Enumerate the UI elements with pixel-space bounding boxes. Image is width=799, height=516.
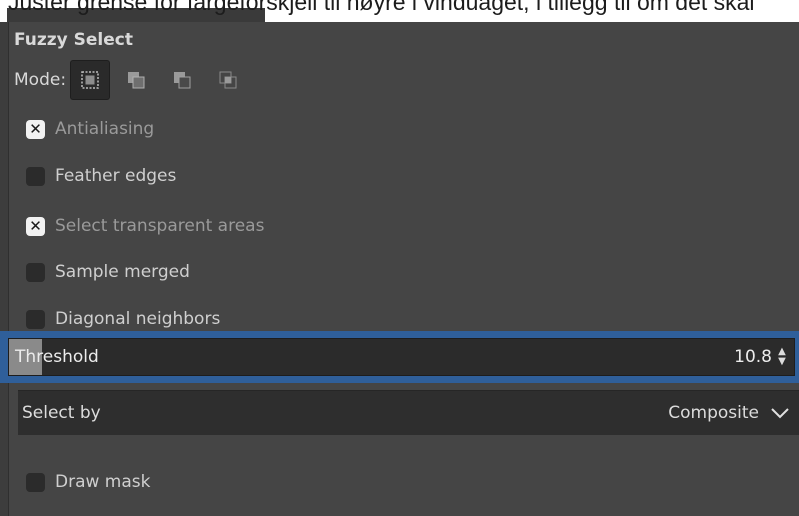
diagonal-neighbors-option[interactable]: Diagonal neighbors (26, 307, 220, 331)
sample-merged-label: Sample merged (55, 262, 190, 282)
threshold-spinscale[interactable]: Threshold 10.8 ▲ ▼ (8, 338, 795, 376)
draw-mask-option[interactable]: Draw mask (26, 470, 150, 494)
mode-replace-button[interactable] (70, 60, 111, 100)
threshold-value[interactable]: 10.8 (734, 347, 772, 367)
sample-merged-option[interactable]: Sample merged (26, 260, 190, 284)
tool-options-panel: Fuzzy Select Mode: ✕ Antialiasing Feathe… (0, 22, 799, 516)
check-icon: ✕ (29, 119, 42, 138)
select-transparent-checkbox[interactable]: ✕ (26, 216, 45, 236)
select-transparent-label: Select transparent areas (55, 216, 265, 236)
feather-edges-option[interactable]: Feather edges (26, 164, 176, 188)
select-by-value[interactable]: Composite (668, 403, 759, 423)
draw-mask-checkbox[interactable] (26, 472, 45, 492)
check-icon: ✕ (29, 216, 42, 235)
antialiasing-option[interactable]: ✕ Antialiasing (26, 117, 154, 141)
tool-title: Fuzzy Select (14, 30, 133, 50)
select-transparent-option[interactable]: ✕ Select transparent areas (26, 214, 264, 238)
select-by-label: Select by (22, 403, 101, 423)
threshold-focus-frame: Threshold 10.8 ▲ ▼ (0, 331, 799, 383)
feather-edges-label: Feather edges (55, 166, 177, 186)
mode-label: Mode: (14, 70, 67, 90)
mode-add-icon (128, 72, 145, 89)
document-text: Juster grense for fargeforskjell til høy… (8, 0, 755, 15)
mode-intersect-icon (219, 71, 237, 89)
feather-edges-checkbox[interactable] (26, 166, 45, 186)
select-by-combo[interactable]: Select by Composite (18, 390, 799, 435)
mode-row: Mode: (14, 60, 254, 100)
dock-edge (0, 22, 9, 516)
antialiasing-label: Antialiasing (55, 119, 155, 139)
mode-subtract-button[interactable] (162, 60, 202, 100)
draw-mask-label: Draw mask (55, 472, 151, 492)
mode-intersect-button[interactable] (208, 60, 248, 100)
spin-arrows-icon[interactable]: ▲ ▼ (775, 346, 789, 368)
antialiasing-checkbox[interactable]: ✕ (26, 119, 45, 139)
chevron-down-icon[interactable] (769, 403, 791, 423)
mode-subtract-icon (174, 72, 191, 89)
sample-merged-checkbox[interactable] (26, 262, 45, 282)
threshold-label: Threshold (15, 347, 99, 367)
diagonal-neighbors-checkbox[interactable] (26, 309, 45, 329)
mode-add-button[interactable] (116, 60, 156, 100)
document-text-strip: Juster grense for fargeforskjell til høy… (0, 0, 799, 22)
spin-down-icon[interactable]: ▼ (778, 357, 786, 367)
diagonal-neighbors-label: Diagonal neighbors (55, 309, 221, 329)
mode-replace-icon (81, 71, 99, 89)
